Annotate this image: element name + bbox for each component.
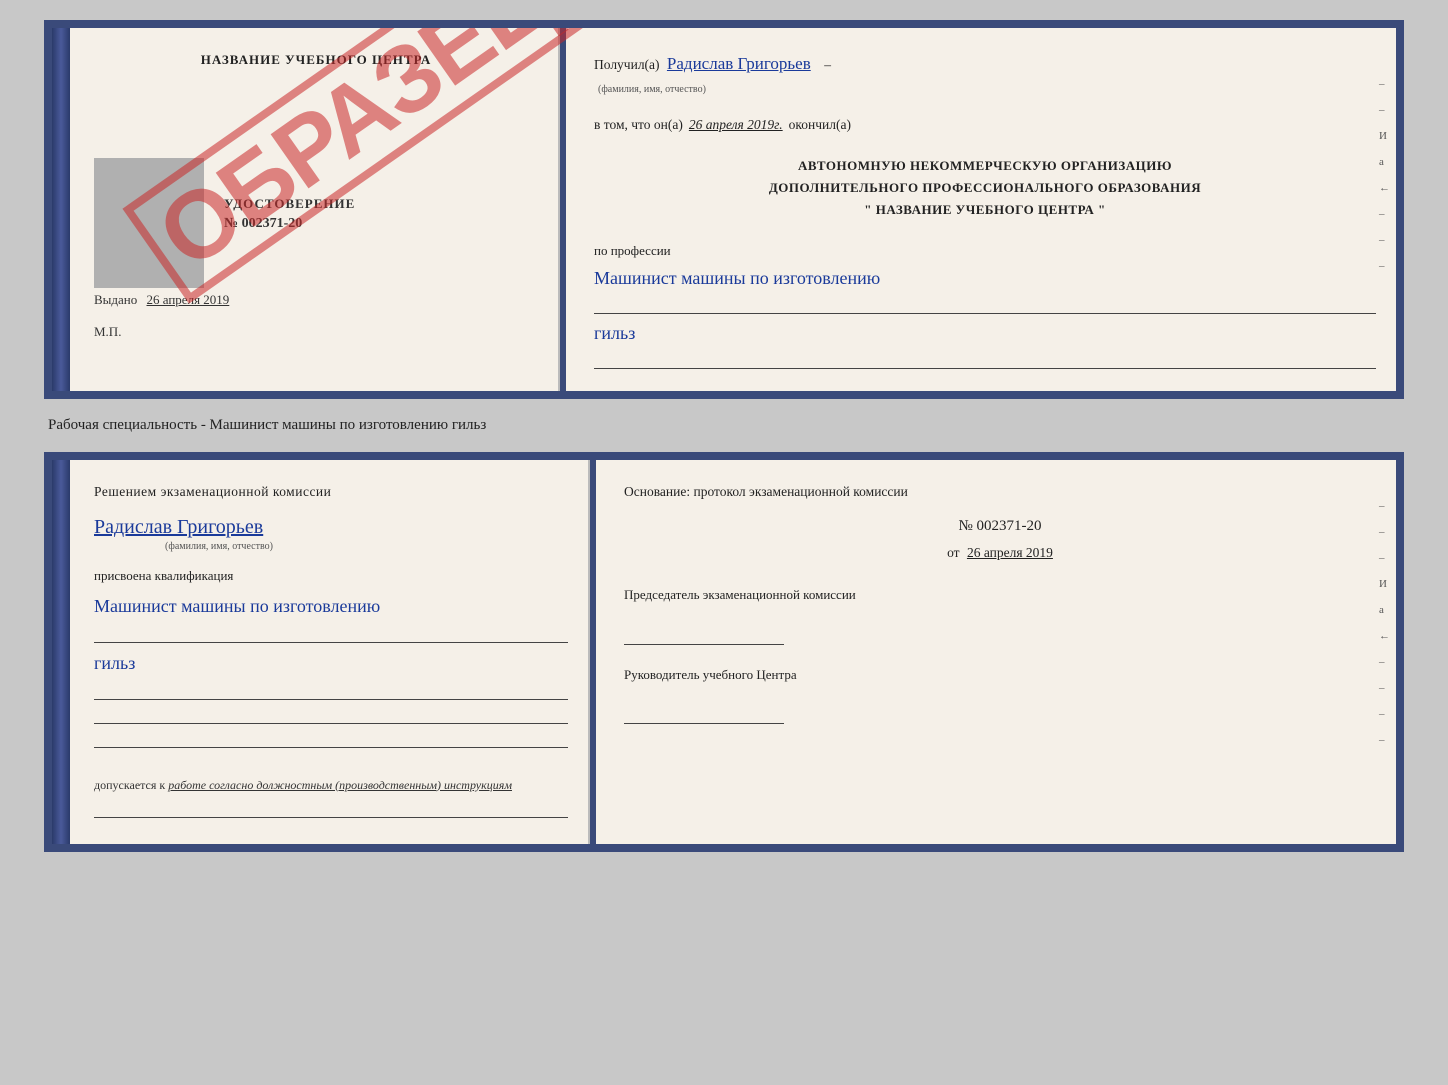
date-value: 26 апреля 2019г.: [689, 117, 783, 133]
date-prefix: в том, что он(а): [594, 117, 683, 133]
mp-label: М.П.: [94, 324, 538, 340]
issued-date-value: 26 апреля 2019: [147, 292, 230, 307]
profession-label: по профессии: [594, 243, 1376, 259]
person-name-cursive: Радислав Григорьев: [94, 516, 568, 539]
allowed-work: допускается к работе согласно должностны…: [94, 776, 568, 794]
org-line3: " НАЗВАНИЕ УЧЕБНОГО ЦЕНТРА ": [864, 202, 1105, 217]
top-left-panel: НАЗВАНИЕ УЧЕБНОГО ЦЕНТРА ОБРАЗЕЦ УДОСТОВ…: [70, 28, 560, 391]
date-suffix: окончил(а): [789, 117, 851, 133]
received-name: Радислав Григорьев: [667, 54, 811, 73]
protocol-number: № 002371-20: [624, 518, 1376, 535]
between-label: Рабочая специальность - Машинист машины …: [44, 417, 1404, 434]
qual-cursive-1: Машинист машины по изготовлению: [94, 592, 568, 621]
director-label: Руководитель учебного Центра: [624, 665, 1376, 685]
issued-date: Выдано 26 апреля 2019: [94, 292, 538, 308]
profession-underline2: [594, 351, 1376, 369]
top-right-panel: Получил(а) Радислав Григорьев – (фамилия…: [566, 28, 1396, 391]
qual-underline1: [94, 625, 568, 643]
fio-sub-bottom: (фамилия, имя, отчество): [94, 541, 344, 552]
director-sig-line: [624, 708, 784, 724]
bottom-document: Решением экзаменационной комиссии Радисл…: [44, 452, 1404, 852]
date-line: в том, что он(а) 26 апреля 2019г. окончи…: [594, 117, 1376, 133]
director-block: Руководитель учебного Центра: [624, 665, 1376, 725]
received-line: Получил(а) Радислав Григорьев – (фамилия…: [594, 50, 1376, 99]
profession-cursive-1: Машинист машины по изготовлению: [594, 265, 1376, 292]
qual-underline3: [94, 706, 568, 724]
allowed-prefix: допускается к: [94, 778, 165, 792]
photo-placeholder: [94, 158, 204, 288]
protocol-date: от 26 апреля 2019: [624, 545, 1376, 561]
protocol-date-value: 26 апреля 2019: [967, 545, 1053, 560]
fio-hint-top: (фамилия, имя, отчество): [598, 84, 706, 95]
chairman-label: Председатель экзаменационной комиссии: [624, 585, 1376, 605]
org-block: АВТОНОМНУЮ НЕКОММЕРЧЕСКУЮ ОРГАНИЗАЦИЮ ДО…: [594, 155, 1376, 221]
basis-title: Основание: протокол экзаменационной коми…: [624, 484, 1376, 500]
profession-underline: [594, 296, 1376, 314]
right-side-marks-bottom: – – – И а ← – – – –: [1379, 500, 1390, 746]
cert-word: УДОСТОВЕРЕНИЕ: [224, 196, 538, 212]
qual-cursive-2: гильз: [94, 649, 568, 678]
bottom-left-panel: Решением экзаменационной комиссии Радисл…: [70, 460, 590, 844]
org-line2: ДОПОЛНИТЕЛЬНОГО ПРОФЕССИОНАЛЬНОГО ОБРАЗО…: [769, 180, 1201, 195]
org-line1: АВТОНОМНУЮ НЕКОММЕРЧЕСКУЮ ОРГАНИЗАЦИЮ: [798, 158, 1172, 173]
school-name-top: НАЗВАНИЕ УЧЕБНОГО ЦЕНТРА: [94, 52, 538, 68]
bottom-right-panel: Основание: протокол экзаменационной коми…: [596, 460, 1396, 844]
chairman-sig-line: [624, 629, 784, 645]
cert-number: № 002371-20: [224, 216, 538, 232]
doc-spine-left: [52, 28, 70, 391]
decision-title: Решением экзаменационной комиссии: [94, 484, 568, 500]
chairman-block: Председатель экзаменационной комиссии: [624, 585, 1376, 645]
qual-underline4: [94, 730, 568, 748]
right-side-marks-top: – – И а ← – – –: [1379, 78, 1390, 272]
received-prefix: Получил(а): [594, 57, 660, 72]
top-document: НАЗВАНИЕ УЧЕБНОГО ЦЕНТРА ОБРАЗЕЦ УДОСТОВ…: [44, 20, 1404, 399]
profession-cursive-2: гильз: [594, 320, 1376, 347]
protocol-date-prefix: от: [947, 545, 959, 560]
doc-spine-bottom-left: [52, 460, 70, 844]
assigned-qual-label: присвоена квалификация: [94, 568, 568, 584]
qual-underline2: [94, 682, 568, 700]
issued-label: Выдано: [94, 292, 137, 307]
allowed-underline: [94, 800, 568, 818]
allowed-italic: работе согласно должностным (производств…: [168, 778, 512, 792]
